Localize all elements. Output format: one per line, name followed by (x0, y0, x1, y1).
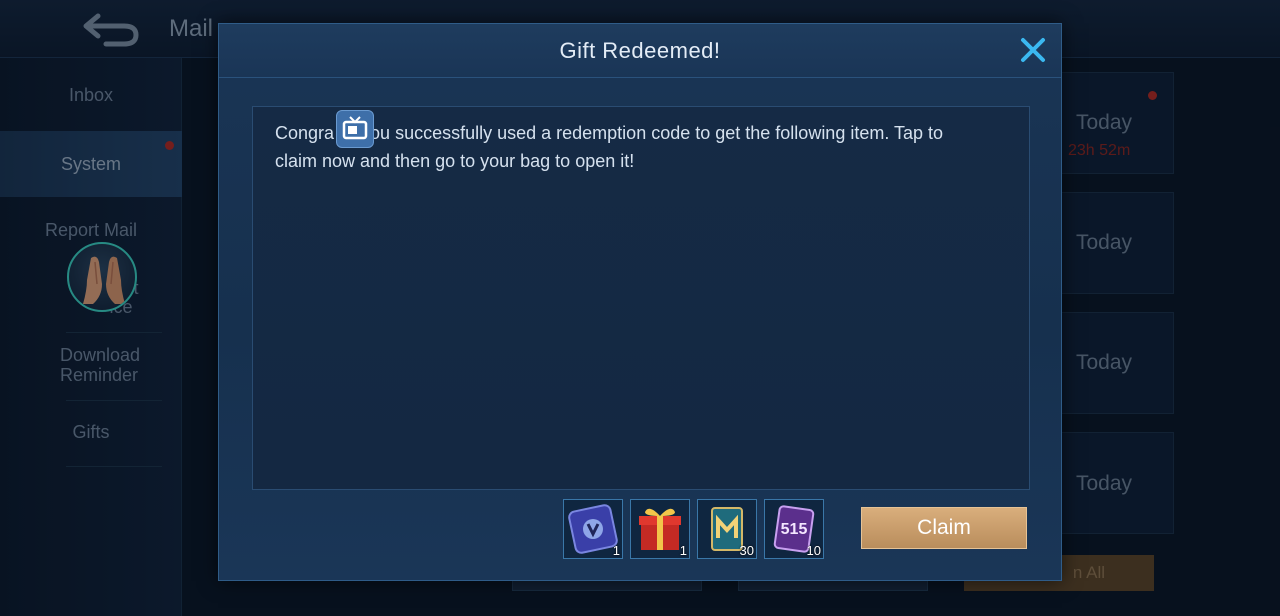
item-count: 1 (679, 543, 687, 558)
tv-icon (342, 116, 368, 140)
floating-tv-icon[interactable] (336, 110, 374, 148)
message-text: Congra ou successfully used a redemption … (275, 119, 1015, 175)
message-line1-end: ou successfully used a redemption code t… (370, 123, 944, 143)
message-box: Congra ou successfully used a redemption … (252, 106, 1030, 490)
close-icon (1021, 38, 1045, 62)
item-count: 10 (806, 543, 821, 558)
reward-item[interactable]: 515 10 (764, 499, 824, 559)
item-count: 1 (612, 543, 620, 558)
item-count: 30 (739, 543, 754, 558)
dialog-header: Gift Redeemed! (219, 24, 1061, 78)
svg-text:515: 515 (781, 521, 808, 538)
reward-item[interactable]: 1 (563, 499, 623, 559)
reward-item[interactable]: 30 (697, 499, 757, 559)
dialog-title: Gift Redeemed! (559, 38, 721, 63)
gift-redeemed-dialog: Gift Redeemed! Congra ou successfully use… (218, 23, 1062, 581)
claim-button[interactable]: Claim (861, 507, 1027, 549)
close-button[interactable] (1015, 32, 1051, 68)
reward-item[interactable]: 1 (630, 499, 690, 559)
message-line1-start: Congra (275, 123, 335, 143)
message-line2: claim now and then go to your bag to ope… (275, 151, 635, 171)
